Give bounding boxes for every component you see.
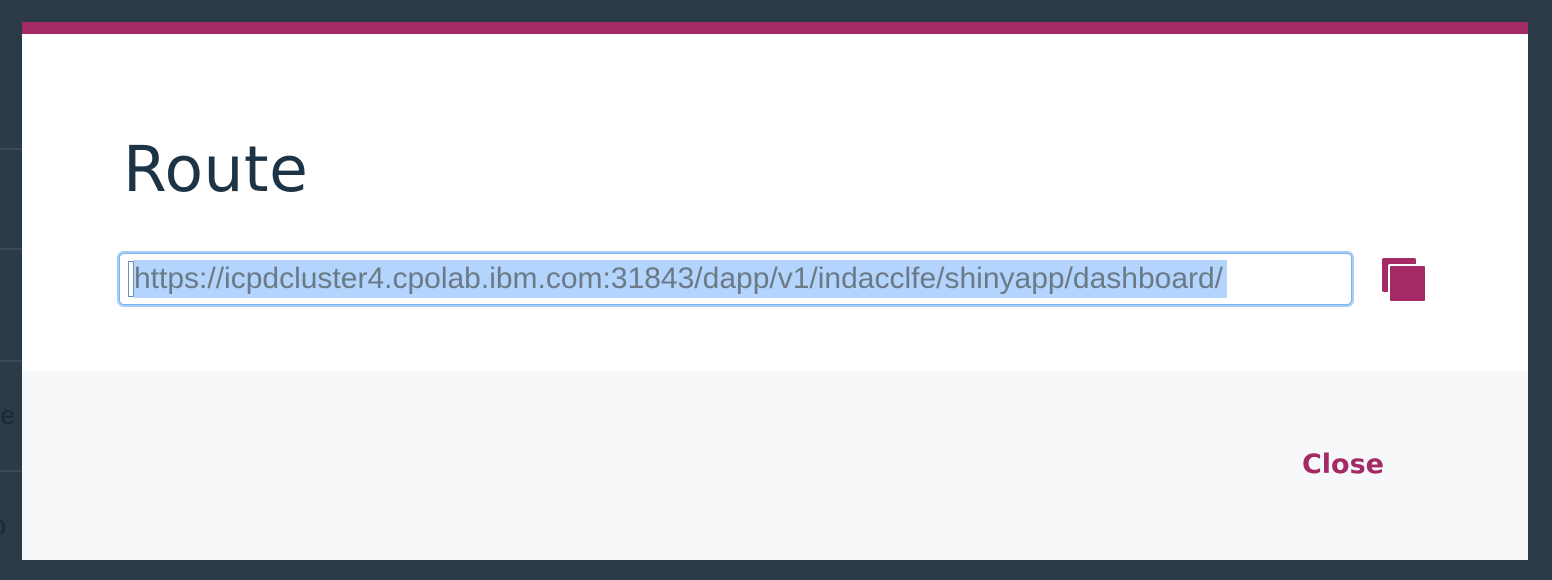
close-button[interactable]: Close [1302, 447, 1384, 483]
modal-accent-bar [22, 22, 1528, 34]
background-divider [0, 148, 22, 150]
route-url-text[interactable]: https://icpdcluster4.cpolab.ibm.com:3184… [134, 260, 1228, 298]
background-text: io [0, 510, 6, 541]
route-url-field[interactable]: https://icpdcluster4.cpolab.ibm.com:3184… [119, 253, 1352, 305]
background-text-fragment: be [0, 400, 22, 431]
copy-button[interactable] [1379, 255, 1427, 303]
modal-footer: Close [22, 371, 1528, 560]
modal-title: Route [123, 133, 309, 206]
background-divider [0, 470, 22, 472]
route-modal: Route https://icpdcluster4.cpolab.ibm.co… [22, 22, 1528, 560]
background-text: be [0, 400, 15, 430]
background-text-fragment: io [0, 510, 22, 541]
copy-icon [1379, 255, 1427, 303]
background-divider [0, 360, 22, 362]
background-divider [0, 248, 22, 250]
